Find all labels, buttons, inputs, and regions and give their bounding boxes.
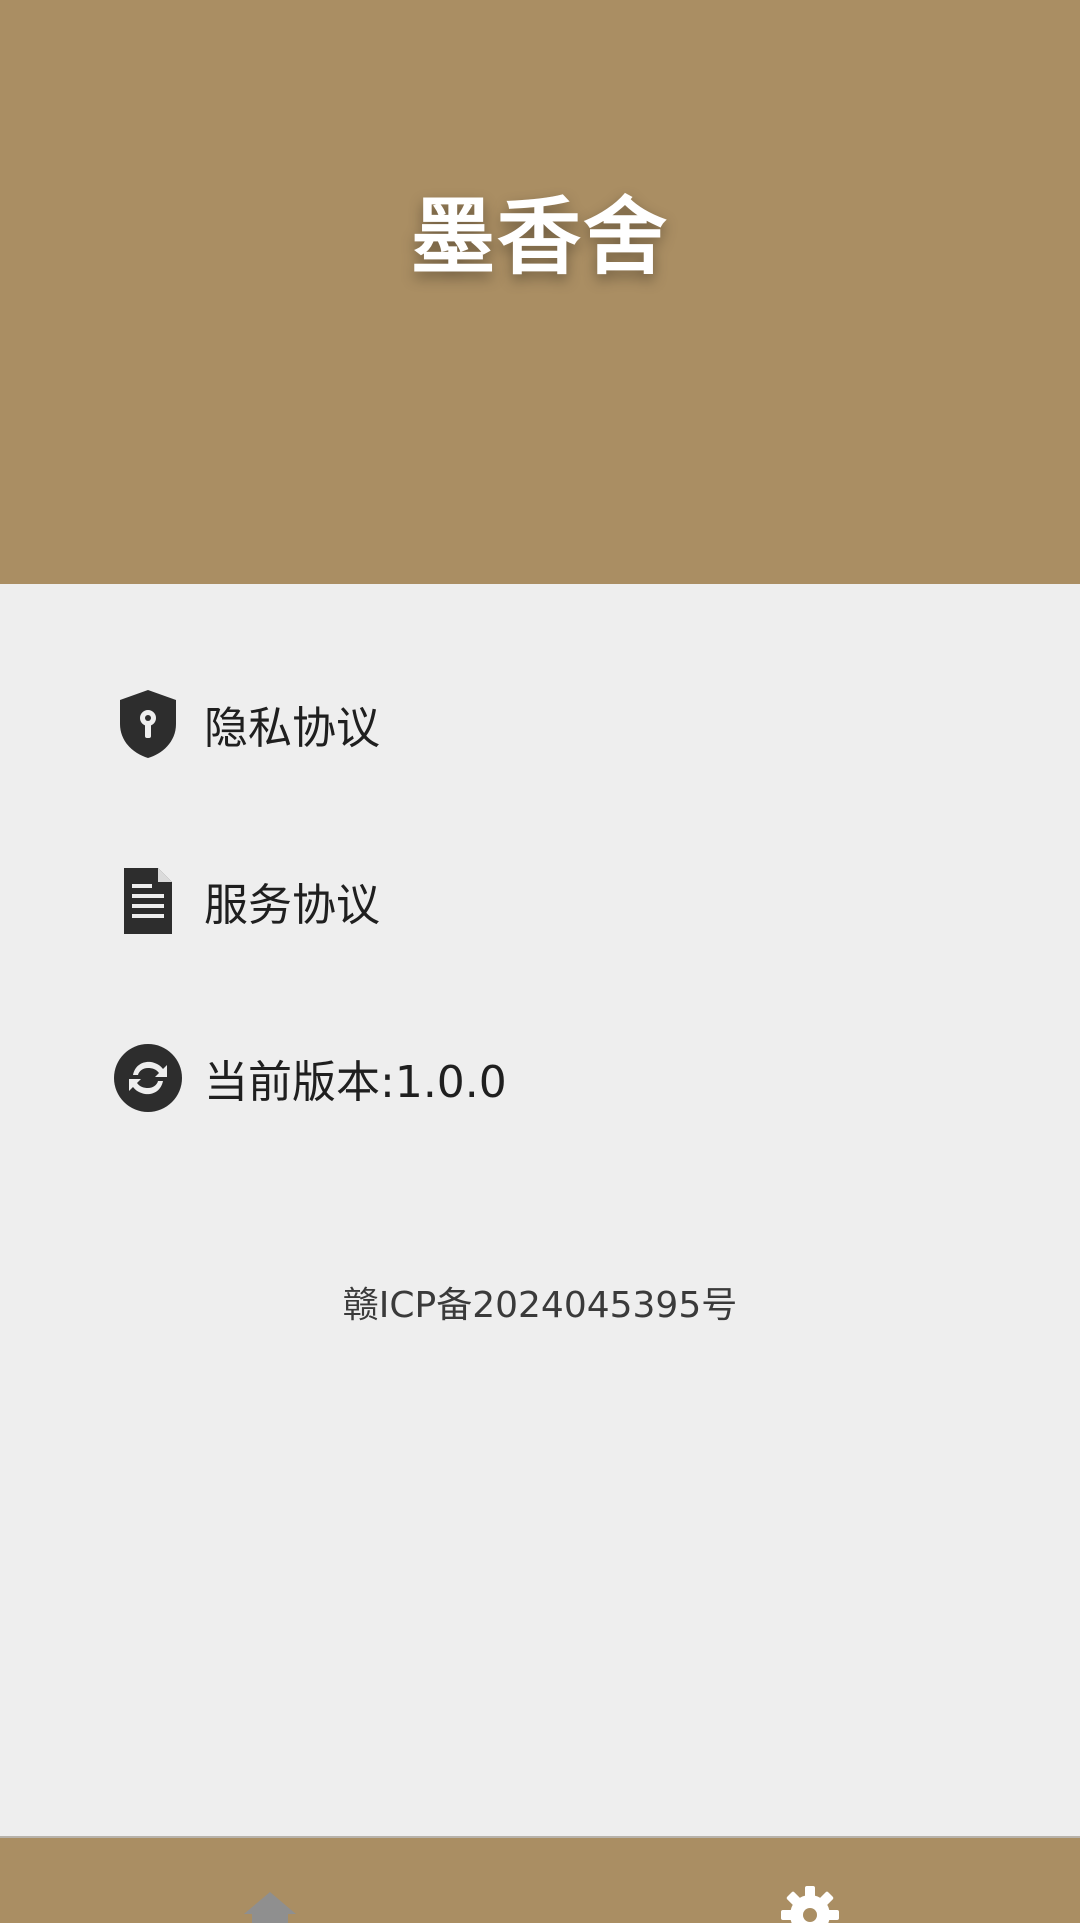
menu-item-label: 服务协议 <box>204 880 380 931</box>
header-banner: 墨香舍 <box>0 0 1080 584</box>
shield-keyhole-icon <box>112 688 184 760</box>
nav-settings-button[interactable] <box>750 1838 870 1923</box>
menu-item-privacy-agreement[interactable]: 隐私协议 <box>112 684 380 764</box>
menu-item-label: 当前版本:1.0.0 <box>204 1057 507 1108</box>
menu-item-label: 隐私协议 <box>204 703 380 754</box>
document-icon <box>112 865 184 937</box>
refresh-icon <box>112 1042 184 1114</box>
bottom-nav-bar <box>0 1836 1080 1923</box>
menu-item-current-version[interactable]: 当前版本:1.0.0 <box>112 1038 507 1118</box>
app-title: 墨香舍 <box>410 188 669 286</box>
menu-item-service-agreement[interactable]: 服务协议 <box>112 861 380 941</box>
nav-home-button[interactable] <box>210 1838 330 1923</box>
home-icon <box>240 1838 300 1923</box>
icp-record-text[interactable]: 赣ICP备2024045395号 <box>0 1276 1080 1328</box>
settings-gear-icon <box>779 1838 841 1923</box>
